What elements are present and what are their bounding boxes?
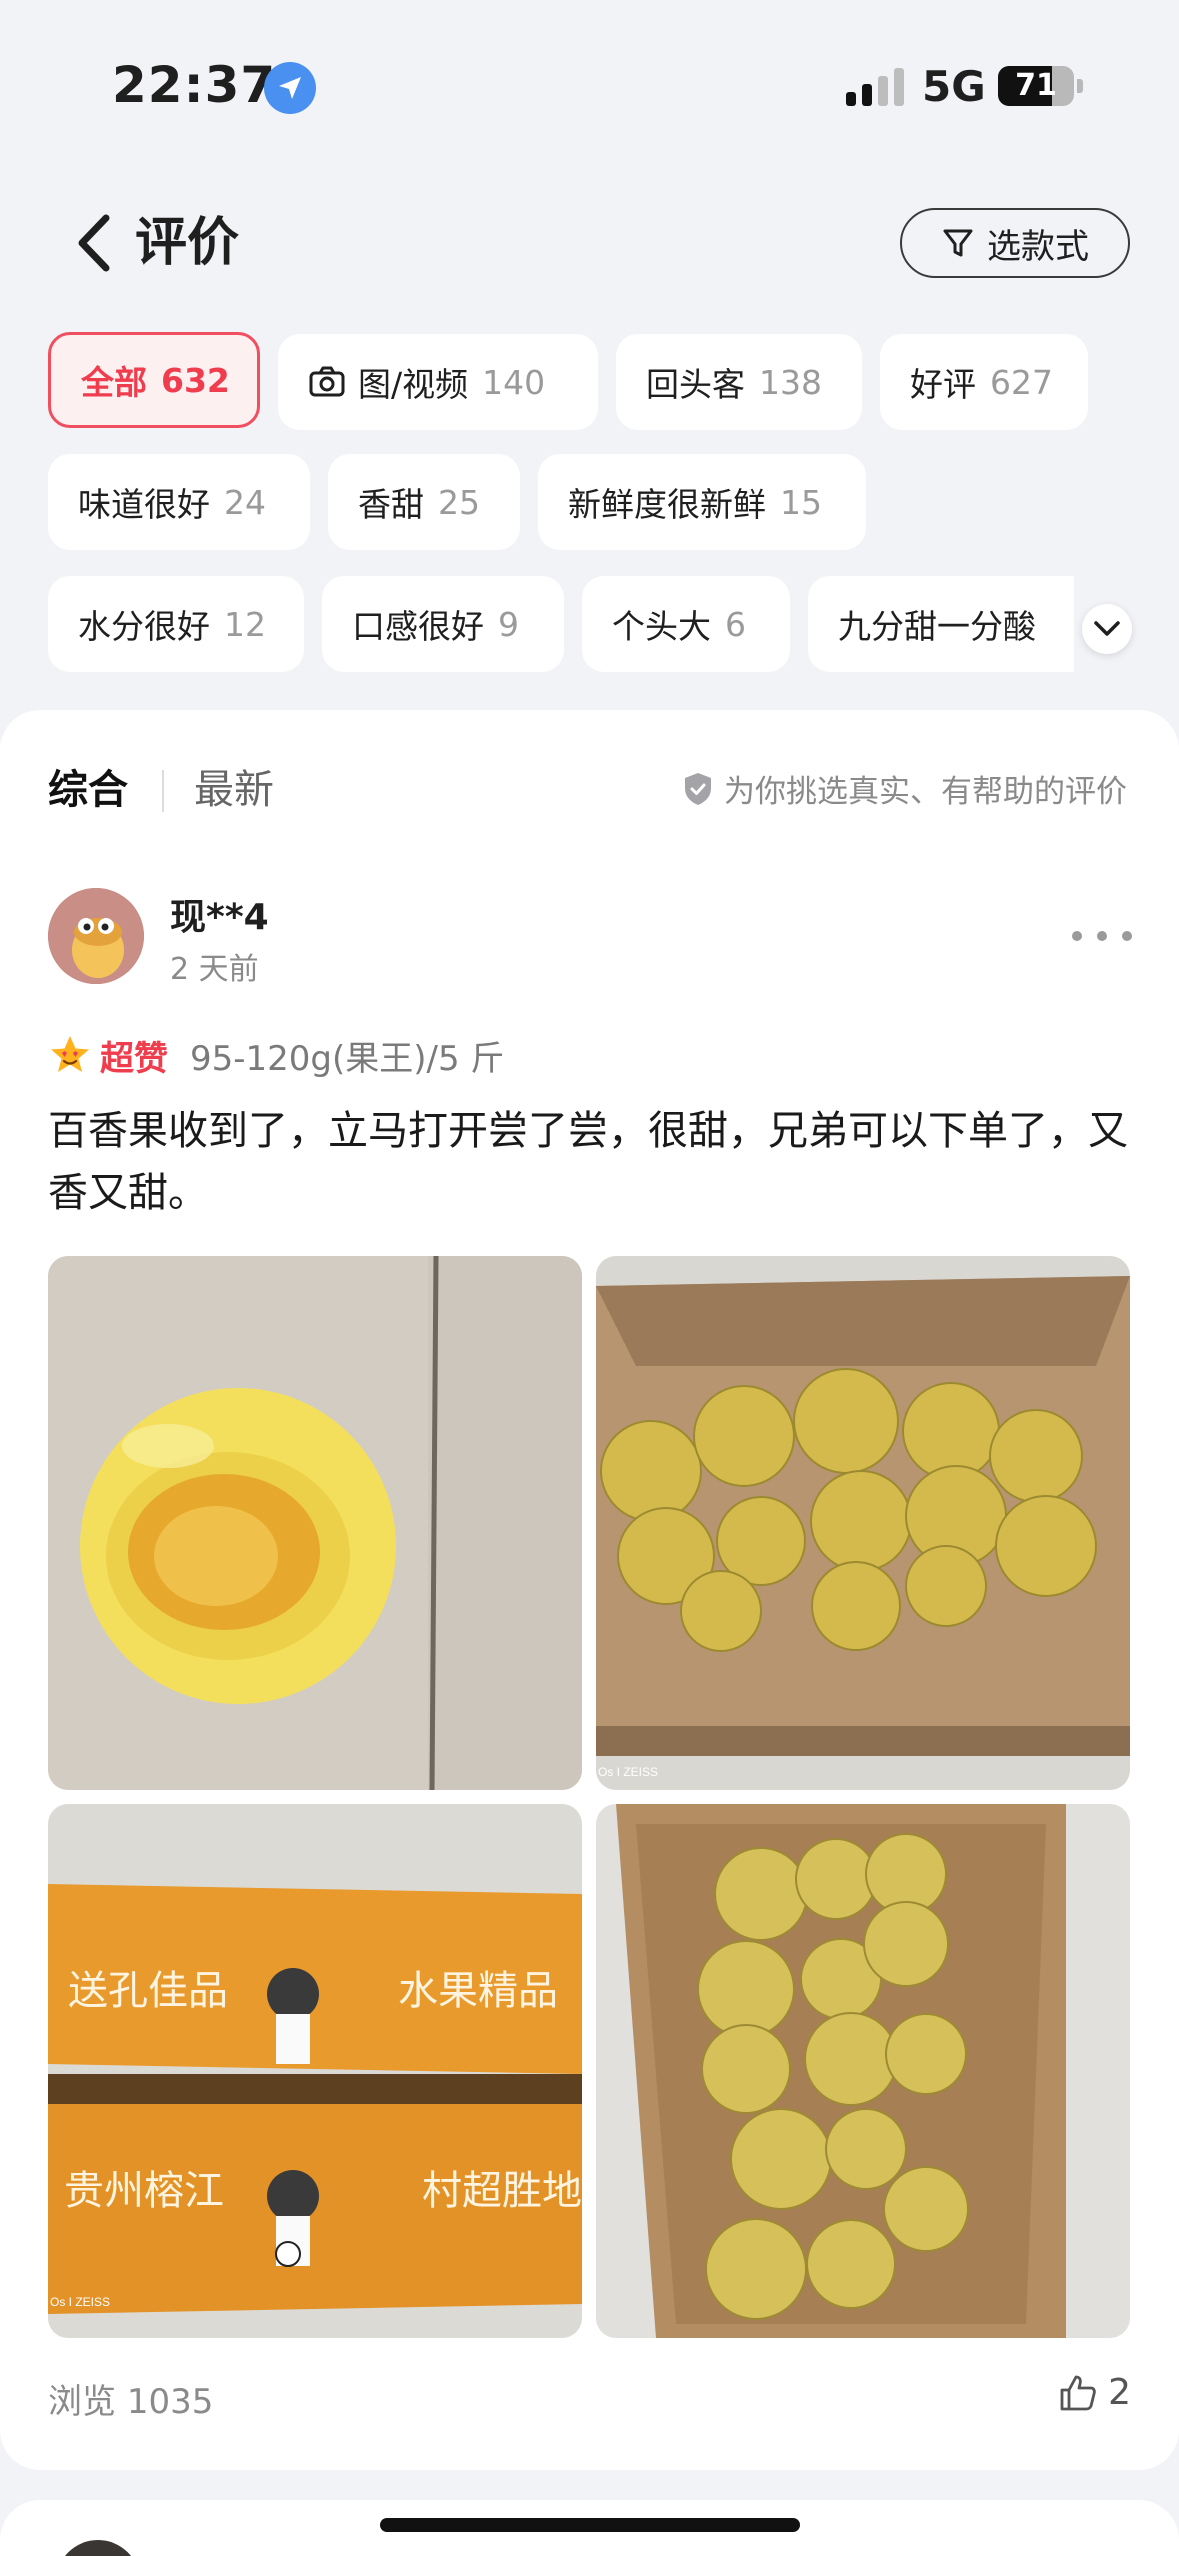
dot [1072, 931, 1082, 941]
chip-label: 水分很好 [78, 607, 210, 646]
box-text: 贵州榕江 [64, 2168, 224, 2214]
status-time: 22:37 [112, 56, 277, 114]
chip-label: 香甜 [358, 485, 424, 524]
chip-all[interactable]: 全部 632 [48, 332, 260, 428]
back-button[interactable] [72, 208, 132, 278]
chip-label: 全部 [81, 363, 147, 402]
expand-chips-button[interactable] [1082, 604, 1132, 654]
star-eyes-emoji-icon [51, 1036, 89, 1072]
chip-count: 627 [990, 362, 1053, 402]
chip-sweet-sour[interactable]: 九分甜一分酸 [808, 576, 1074, 672]
avatar[interactable] [48, 888, 144, 984]
shield-icon [685, 772, 711, 805]
box-text: 送孔佳品 [68, 1968, 228, 2014]
view-count: 浏览 1035 [48, 2374, 213, 2423]
chip-media[interactable]: 图/视频 140 [278, 334, 598, 430]
chip-label: 新鲜度很新鲜 [568, 485, 766, 524]
chip-label: 味道很好 [78, 485, 210, 524]
chip-label: 九分甜一分酸 [838, 607, 1036, 646]
chip-label: 个头大 [612, 607, 711, 646]
chip-tastes-good[interactable]: 味道很好 24 [48, 454, 310, 550]
chip-count: 140 [482, 362, 546, 402]
chip-count: 15 [780, 482, 822, 522]
chip-count: 138 [759, 362, 822, 402]
chip-repeat-buyers[interactable]: 回头客 138 [616, 334, 862, 430]
page-title: 评价 [135, 213, 240, 273]
chip-count: 25 [438, 482, 480, 522]
bread-character-icon [48, 888, 144, 984]
review-text: 百香果收到了，立马打开尝了尝，很甜，兄弟可以下单了，又香又甜。 [48, 1108, 1128, 1216]
trust-note-text: 为你挑选真实、有帮助的评价 [724, 774, 1127, 810]
chip-label: 图/视频 [358, 365, 469, 404]
camera-icon [308, 365, 346, 399]
location-arrow-icon [264, 62, 316, 114]
rating-line: 超赞 95-120g(果王)/5 斤 [48, 1030, 504, 1080]
chip-juicy[interactable]: 水分很好 12 [48, 576, 304, 672]
like-button[interactable]: 2 [1058, 2372, 1131, 2413]
chip-texture[interactable]: 口感很好 9 [322, 576, 564, 672]
like-count: 2 [1108, 2372, 1131, 2413]
trust-note: 为你挑选真实、有帮助的评价 [682, 766, 1127, 811]
chevron-down-icon [1094, 621, 1120, 636]
battery-percentage: 71 [1015, 68, 1057, 103]
reviewer-name[interactable]: 现**4 [170, 888, 269, 940]
cellular-signal-icon [846, 66, 906, 106]
thumbs-up-icon [1060, 2375, 1096, 2410]
watermark: Os I ZEISS [50, 2295, 110, 2309]
home-indicator[interactable] [380, 2518, 800, 2532]
battery-nub [1077, 79, 1083, 93]
network-type: 5G [922, 62, 986, 111]
box-text: 水果精品 [398, 1968, 558, 2014]
tab-divider [162, 770, 164, 812]
more-options-button[interactable] [1072, 916, 1132, 956]
chip-count: 632 [161, 360, 230, 400]
chip-label: 口感很好 [352, 607, 484, 646]
status-bar: 22:37 5G 71 [0, 0, 1179, 175]
chip-count: 24 [224, 482, 266, 522]
views-label: 浏览 [48, 2382, 116, 2422]
chip-sweet[interactable]: 香甜 25 [328, 454, 520, 550]
chip-count: 6 [725, 604, 746, 644]
battery-icon: 71 [998, 66, 1074, 106]
chip-label: 回头客 [646, 365, 745, 404]
watermark: Os I ZEISS [598, 1765, 658, 1779]
chevron-left-icon [78, 214, 110, 272]
review-time: 2 天前 [170, 952, 259, 987]
chip-count: 9 [498, 604, 519, 644]
box-text: 村超胜地 [422, 2168, 582, 2214]
chip-count: 12 [224, 604, 266, 644]
chip-positive[interactable]: 好评 627 [880, 334, 1088, 430]
select-style-label: 选款式 [987, 226, 1089, 267]
review-photo-4[interactable] [596, 1804, 1130, 2338]
views-value: 1035 [126, 2382, 214, 2422]
chip-label: 好评 [910, 365, 976, 404]
chip-big-size[interactable]: 个头大 6 [582, 576, 790, 672]
funnel-icon [943, 229, 973, 257]
review-photo-3[interactable]: 送孔佳品 水果精品 贵州榕江 村超胜地 Os I ZEISS [48, 1804, 582, 2338]
dot [1097, 931, 1107, 941]
select-style-button[interactable]: 选款式 [900, 208, 1130, 278]
tab-latest[interactable]: 最新 [194, 760, 274, 820]
dot [1122, 931, 1132, 941]
review-photo-2[interactable]: Os I ZEISS [596, 1256, 1130, 1790]
sku-spec: 95-120g(果王)/5 斤 [190, 1038, 505, 1079]
review-photo-1[interactable] [48, 1256, 582, 1790]
tab-overall[interactable]: 综合 [48, 760, 128, 820]
chip-fresh[interactable]: 新鲜度很新鲜 15 [538, 454, 866, 550]
rating-badge: 超赞 [100, 1038, 168, 1079]
